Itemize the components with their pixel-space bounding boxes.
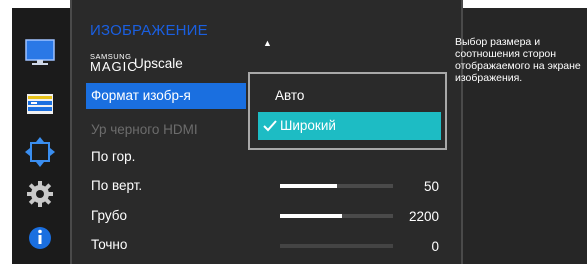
menu-item-label: Формат изобр-я (91, 88, 191, 103)
upscale-label: Upscale (134, 56, 183, 71)
menu-item-h-position[interactable]: По гор. (86, 144, 246, 170)
menu-item-coarse[interactable]: Грубо (86, 203, 246, 229)
fine-value: 0 (431, 239, 439, 254)
resize-arrows-icon[interactable] (22, 136, 58, 168)
option-auto[interactable]: Авто (258, 82, 441, 110)
icon-sidebar (12, 8, 70, 264)
menu-item-label: По гор. (91, 149, 136, 164)
scroll-up-icon[interactable]: ▲ (263, 38, 272, 48)
help-text: Выбор размера и соотношения сторон отобр… (455, 36, 581, 84)
option-wide[interactable]: Широкий (258, 112, 441, 140)
menu-item-hdmi-black-level: Ур черного HDMI (86, 117, 246, 143)
main-panel: ИЗОБРАЖЕНИЕ ▲ SAMSUNG MAGIC Upscale Форм… (70, 0, 463, 264)
menu-item-label: Ур черного HDMI (91, 122, 198, 137)
v-position-value: 50 (423, 179, 439, 194)
menu-item-picture-size[interactable]: Формат изобр-я (86, 83, 246, 109)
coarse-slider[interactable] (280, 214, 393, 218)
v-position-slider[interactable] (280, 184, 393, 188)
menu-item-label: Грубо (91, 208, 128, 223)
menu-item-fine[interactable]: Точно (86, 232, 246, 258)
monitor-icon[interactable] (22, 36, 58, 68)
menu-item-label: По верт. (91, 178, 143, 193)
slider-fill (280, 184, 337, 188)
brand-magic-text: MAGIC (90, 59, 138, 74)
menu-item-label: Точно (91, 237, 128, 252)
color-bars-icon[interactable] (22, 88, 58, 120)
picture-size-submenu: Авто Широкий (248, 72, 447, 150)
checkmark-icon (263, 112, 277, 150)
gear-icon[interactable] (22, 178, 58, 210)
osd-menu: ИЗОБРАЖЕНИЕ ▲ SAMSUNG MAGIC Upscale Форм… (0, 0, 587, 264)
menu-item-v-position[interactable]: По верт. (86, 173, 246, 199)
slider-fill (280, 214, 343, 218)
fine-slider[interactable] (280, 244, 393, 248)
info-icon[interactable] (22, 222, 58, 254)
menu-title: ИЗОБРАЖЕНИЕ (90, 22, 208, 39)
option-label: Авто (275, 88, 305, 103)
coarse-value: 2200 (408, 209, 439, 224)
option-label: Широкий (280, 118, 336, 133)
